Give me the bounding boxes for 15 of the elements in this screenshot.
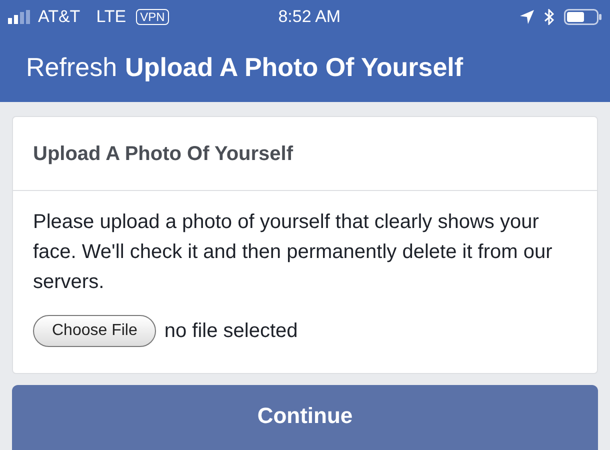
vpn-badge: VPN [136,8,169,24]
battery-icon [564,8,602,24]
location-arrow-icon [520,10,534,24]
card-title: Upload A Photo Of Yourself [33,142,293,166]
bluetooth-icon [544,8,554,24]
card-message: Please upload a photo of yourself that clearly shows your face. We'll check it and then permanently delete it from our servers. [33,210,554,295]
file-status: no file selected [164,319,298,344]
status-time: 8:52 AM [278,6,341,28]
choose-file-button[interactable]: Choose File [33,315,156,347]
page-title: Upload A Photo Of Yourself [125,51,464,84]
refresh-link[interactable]: Refresh [26,48,118,87]
network-type: LTE [96,6,126,28]
signal-icon [8,10,32,24]
carrier-name: AT&T [38,6,80,28]
continue-button[interactable]: Continue [12,385,598,450]
